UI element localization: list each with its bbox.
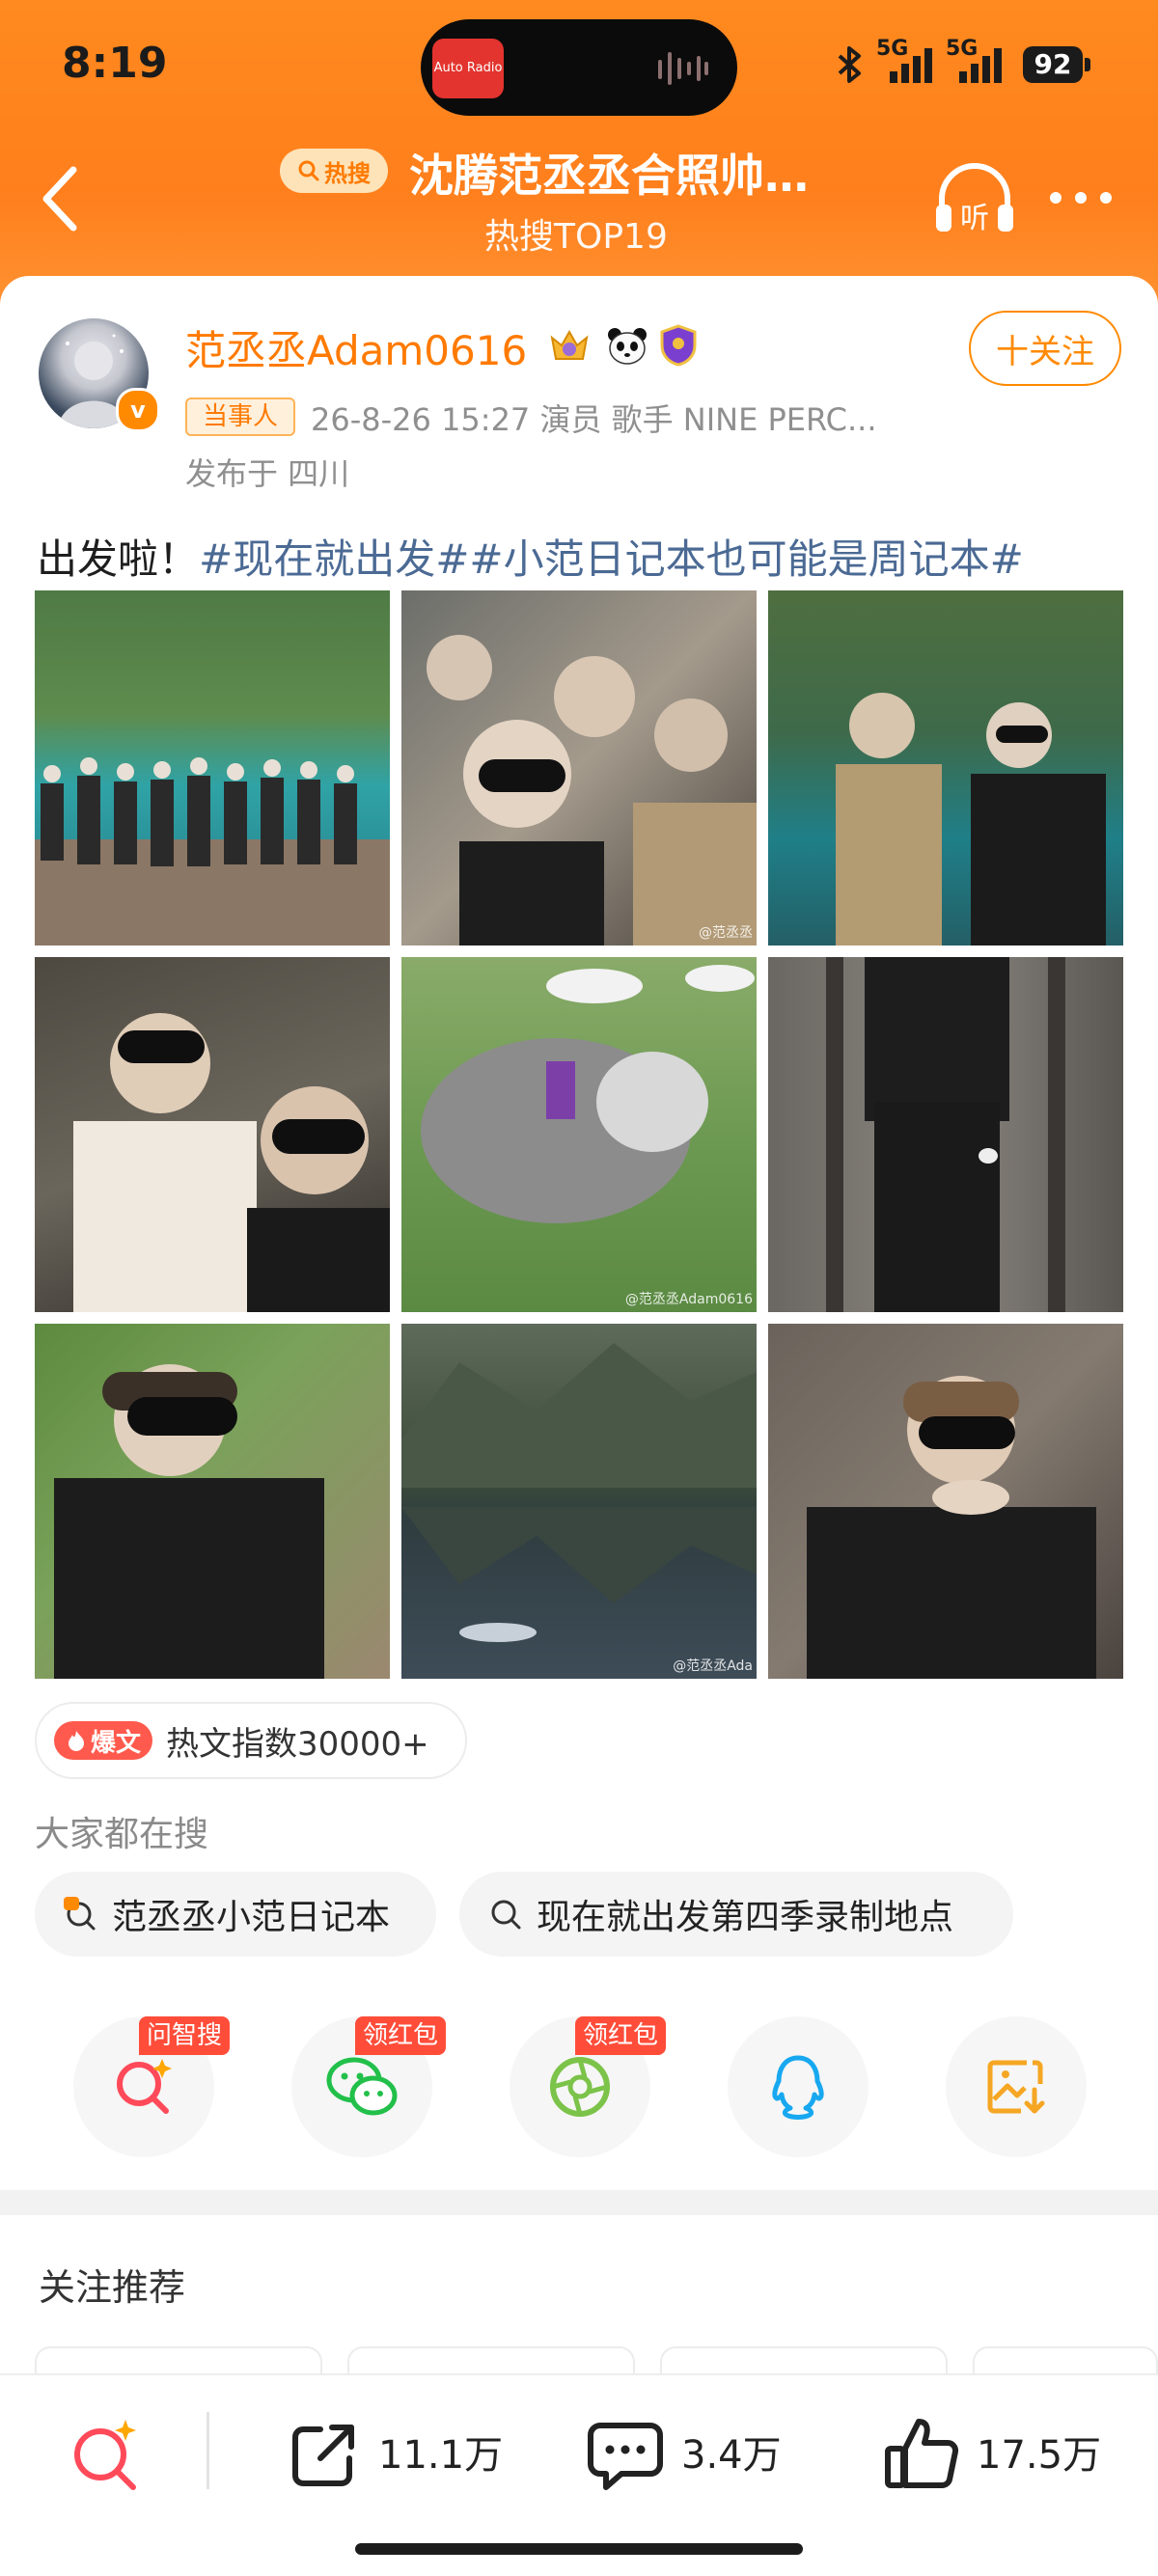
photo-3[interactable]: [768, 590, 1123, 945]
audio-wave-icon: [658, 52, 708, 85]
hot-search-badge: 热搜: [280, 149, 388, 193]
listen-button[interactable]: 听: [932, 160, 1017, 241]
search-chip-label: 现在就出发第四季录制地点: [537, 1898, 954, 1937]
comment-icon[interactable]: [588, 2423, 663, 2490]
back-button[interactable]: [35, 160, 89, 237]
photo-4[interactable]: [35, 957, 390, 1312]
radio-app-icon: Auto Radio: [432, 39, 504, 98]
hot-index-text: 热文指数30000+: [166, 1724, 429, 1764]
page-subtitle: 热搜TOP19: [484, 217, 668, 257]
battery-level: 92: [1023, 46, 1083, 83]
photo-7[interactable]: [35, 1324, 390, 1679]
selfie-figure: [54, 1364, 324, 1679]
save-image-icon: [987, 2060, 1045, 2114]
red-packet-tag-2: 领红包: [575, 2016, 667, 2055]
hot-badge-label: 热搜: [324, 159, 371, 187]
user-name[interactable]: 范丞丞Adam0616: [185, 318, 527, 377]
smart-search-tag: 问智搜: [139, 2016, 231, 2055]
listen-label: 听: [960, 202, 989, 235]
more-options-icon[interactable]: [1046, 174, 1116, 222]
pose-figure: [807, 1376, 1096, 1679]
verified-badge: v: [116, 388, 160, 432]
repost-icon[interactable]: [288, 2418, 361, 2491]
photo-2[interactable]: @范丞丞: [401, 590, 757, 945]
share-qq-button[interactable]: [728, 2016, 868, 2157]
photo-9[interactable]: [768, 1324, 1123, 1679]
photo-watermark: @范丞丞: [699, 925, 753, 941]
follow-button[interactable]: 十关注: [969, 311, 1121, 386]
photo-watermark: @范丞丞Ada: [673, 1658, 753, 1674]
like-icon[interactable]: [884, 2416, 959, 2491]
shield-badge-icon: [660, 324, 697, 367]
battery-tip: [1085, 58, 1090, 71]
qq-icon: [772, 2055, 824, 2120]
home-indicator[interactable]: [355, 2543, 803, 2555]
selfie-figures: [427, 635, 757, 945]
smart-search-icon: [117, 2059, 172, 2114]
hot-index-pill[interactable]: 爆文 热文指数30000+: [35, 1702, 467, 1779]
panda-icon: [608, 328, 647, 365]
signal-icon-2: [959, 48, 1002, 83]
post-text: 出发啦！#现在就出发##小范日记本也可能是周记本#: [37, 527, 1024, 586]
photo-6[interactable]: [768, 957, 1123, 1312]
page-title: 沈腾范丞丞合照帅…: [409, 150, 809, 202]
yak-figure: [421, 965, 755, 1223]
search-icon: [491, 1900, 521, 1930]
party-tag: 当事人: [185, 397, 295, 436]
smart-search-icon-bottom[interactable]: [68, 2416, 145, 2493]
search-chip-1[interactable]: 范丞丞小范日记本: [35, 1872, 436, 1957]
flame-icon: [69, 1731, 84, 1751]
wechat-icon: [326, 2057, 398, 2116]
comment-count: 3.4万: [681, 2433, 782, 2478]
section-divider: [0, 2190, 1158, 2215]
status-time: 8:19: [62, 39, 168, 88]
bottom-divider: [207, 2412, 209, 2489]
group-photo-figures: [35, 757, 390, 945]
search-chip-2[interactable]: 现在就出发第四季录制地点: [459, 1872, 1013, 1957]
red-packet-tag: 领红包: [355, 2016, 447, 2055]
vip-crown-icon: [550, 329, 589, 360]
moments-icon: [550, 2057, 610, 2117]
signal-icon: [890, 48, 932, 83]
hot-search-icon: [64, 1897, 96, 1931]
search-heading: 大家都在搜: [35, 1815, 209, 1854]
lakeside-figures: [836, 693, 1106, 945]
standing-figure: [826, 957, 1065, 1312]
post-text-plain: 出发啦！: [37, 535, 200, 583]
post-location: 发布于 四川: [185, 455, 350, 492]
photo-8[interactable]: @范丞丞Ada: [401, 1324, 757, 1679]
lake-reflection: [401, 1343, 757, 1642]
topic-links[interactable]: #现在就出发##小范日记本也可能是周记本#: [199, 535, 1024, 583]
repost-count: 11.1万: [378, 2433, 504, 2478]
two-person-selfie: [73, 1013, 390, 1312]
photo-5[interactable]: @范丞丞Adam0616: [401, 957, 757, 1312]
search-icon: [298, 160, 319, 181]
post-meta: 26-8-26 15:27 演员 歌手 NINE PERC...: [311, 401, 877, 438]
burst-label: 爆文: [91, 1728, 142, 1758]
photo-watermark: @范丞丞Adam0616: [624, 1292, 753, 1307]
bluetooth-icon: [838, 46, 861, 83]
like-count: 17.5万: [977, 2433, 1102, 2478]
search-chip-label: 范丞丞小范日记本: [112, 1898, 391, 1937]
burst-badge: 爆文: [54, 1721, 153, 1760]
recommend-title: 关注推荐: [39, 2266, 186, 2309]
photo-1[interactable]: [35, 590, 390, 945]
save-image-button[interactable]: [946, 2016, 1087, 2157]
